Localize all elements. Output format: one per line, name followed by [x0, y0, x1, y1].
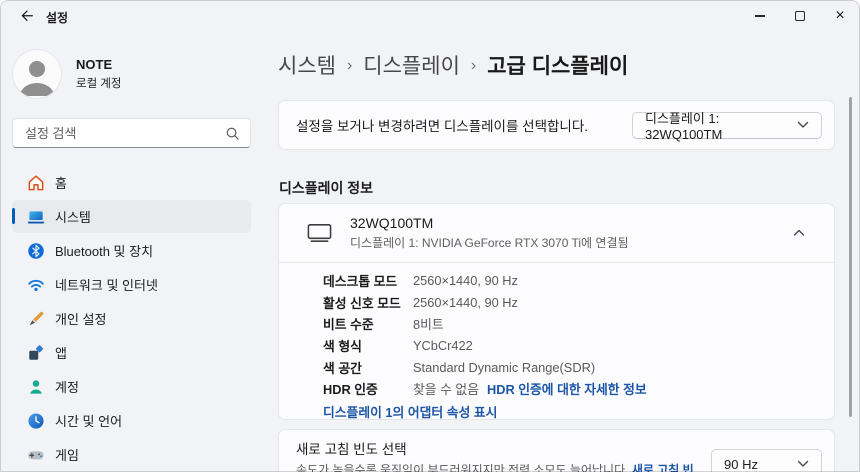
- sidebar-item-gaming[interactable]: 게임: [12, 438, 251, 471]
- avatar: [13, 50, 61, 98]
- sidebar: NOTE 로컬 계정 홈: [0, 32, 260, 472]
- chevron-down-icon: [797, 460, 809, 468]
- account-person-icon: [26, 377, 45, 396]
- back-arrow-icon: [19, 8, 35, 24]
- display-info-expander-header[interactable]: 32WQ100TM 디스플레이 1: NVIDIA GeForce RTX 30…: [279, 204, 834, 262]
- search-icon: [225, 126, 240, 141]
- sidebar-item-label: 네트워크 및 인터넷: [55, 275, 158, 294]
- breadcrumb-system[interactable]: 시스템: [278, 50, 336, 80]
- sidebar-item-label: 시간 및 언어: [55, 411, 122, 430]
- settings-window: 설정 × NOTE 로컬 계정: [0, 0, 860, 472]
- detail-row-color-space: 색 공간 Standard Dynamic Range(SDR): [323, 356, 834, 378]
- hdr-certification-link[interactable]: HDR 인증에 대한 자세한 정보: [487, 379, 647, 398]
- select-display-card: 설정을 보거나 변경하려면 디스플레이를 선택합니다. 디스플레이 1: 32W…: [278, 100, 835, 150]
- detail-row-color-format: 색 형식 YCbCr422: [323, 335, 834, 357]
- breadcrumb-separator: ›: [471, 55, 476, 75]
- sidebar-item-label: 앱: [55, 343, 67, 362]
- display-details: 데스크톱 모드 2560×1440, 90 Hz 활성 신호 모드 2560×1…: [279, 263, 834, 422]
- refresh-rate-description: 속도가 높을수록 움직임이 부드러워지지만 전력 소모도 늘어납니다. 새로 고…: [296, 463, 696, 472]
- sidebar-item-label: 계정: [55, 377, 79, 396]
- back-button[interactable]: [12, 4, 42, 28]
- display-info-section-title: 디스플레이 정보: [279, 178, 373, 198]
- sidebar-item-label: 게임: [55, 445, 79, 464]
- page-title: 고급 디스플레이: [487, 50, 628, 80]
- refresh-rate-card: 새로 고침 빈도 선택 속도가 높을수록 움직임이 부드러워지지만 전력 소모도…: [278, 429, 835, 472]
- sidebar-item-home[interactable]: 홈: [12, 166, 251, 199]
- home-icon: [26, 173, 45, 192]
- detail-row-hdr-certification: HDR 인증 찾을 수 없음 HDR 인증에 대한 자세한 정보: [323, 378, 834, 400]
- display-select-value: 디스플레이 1: 32WQ100TM: [645, 108, 797, 142]
- refresh-rate-value: 90 Hz: [724, 457, 758, 472]
- sidebar-item-label: 시스템: [55, 207, 91, 226]
- monitor-icon: [306, 222, 333, 244]
- scrollbar[interactable]: [849, 97, 852, 417]
- breadcrumb: 시스템 › 디스플레이 › 고급 디스플레이: [278, 50, 628, 80]
- refresh-rate-dropdown[interactable]: 90 Hz: [711, 449, 822, 472]
- minimize-icon: [755, 15, 765, 16]
- sidebar-item-network-internet[interactable]: 네트워크 및 인터넷: [12, 268, 251, 301]
- sidebar-item-bluetooth-devices[interactable]: Bluetooth 및 장치: [12, 234, 251, 267]
- display-name: 32WQ100TM: [350, 215, 629, 231]
- close-button[interactable]: ×: [820, 0, 860, 32]
- breadcrumb-display[interactable]: 디스플레이: [363, 50, 460, 80]
- sidebar-item-accounts[interactable]: 계정: [12, 370, 251, 403]
- sidebar-item-system[interactable]: 시스템: [12, 200, 251, 233]
- sidebar-nav: 홈 시스템 Bluetooth 및 장치: [12, 166, 251, 472]
- detail-row-active-signal-mode: 활성 신호 모드 2560×1440, 90 Hz: [323, 292, 834, 314]
- system-icon: [26, 207, 45, 226]
- bluetooth-icon: [26, 241, 45, 260]
- sidebar-item-time-language[interactable]: 시간 및 언어: [12, 404, 251, 437]
- user-account-type: 로컬 계정: [76, 75, 122, 91]
- sidebar-item-label: 개인 설정: [55, 309, 106, 328]
- display-connection: 디스플레이 1: NVIDIA GeForce RTX 3070 Ti에 연결됨: [350, 234, 629, 251]
- search-box[interactable]: [12, 118, 251, 148]
- user-profile[interactable]: NOTE 로컬 계정: [13, 50, 122, 98]
- sidebar-item-label: 홈: [55, 173, 67, 192]
- search-input[interactable]: [13, 126, 225, 141]
- wifi-icon: [26, 275, 45, 294]
- user-name: NOTE: [76, 57, 122, 72]
- maximize-button[interactable]: [780, 0, 820, 32]
- sidebar-item-label: Bluetooth 및 장치: [55, 241, 153, 260]
- display-select-dropdown[interactable]: 디스플레이 1: 32WQ100TM: [632, 112, 822, 139]
- sidebar-item-apps[interactable]: 앱: [12, 336, 251, 369]
- gamepad-icon: [26, 445, 45, 464]
- clock-icon: [26, 411, 45, 430]
- adapter-properties-link[interactable]: 디스플레이 1의 어댑터 속성 표시: [323, 402, 497, 421]
- sidebar-item-personalization[interactable]: 개인 설정: [12, 302, 251, 335]
- titlebar: 설정 ×: [0, 0, 860, 32]
- apps-icon: [26, 343, 45, 362]
- app-title: 설정: [46, 9, 68, 26]
- close-icon: ×: [835, 8, 844, 24]
- display-info-card: 32WQ100TM 디스플레이 1: NVIDIA GeForce RTX 30…: [278, 203, 835, 420]
- detail-row-desktop-mode: 데스크톱 모드 2560×1440, 90 Hz: [323, 270, 834, 292]
- select-display-label: 설정을 보거나 변경하려면 디스플레이를 선택합니다.: [296, 115, 588, 135]
- main-content: 시스템 › 디스플레이 › 고급 디스플레이 설정을 보거나 변경하려면 디스플…: [278, 32, 835, 472]
- collapse-button[interactable]: [784, 218, 814, 248]
- breadcrumb-separator: ›: [347, 55, 352, 75]
- maximize-icon: [795, 11, 805, 21]
- minimize-button[interactable]: [740, 0, 780, 32]
- paintbrush-icon: [26, 309, 45, 328]
- detail-row-bit-depth: 비트 수준 8비트: [323, 313, 834, 335]
- chevron-down-icon: [797, 121, 809, 129]
- chevron-up-icon: [793, 229, 805, 237]
